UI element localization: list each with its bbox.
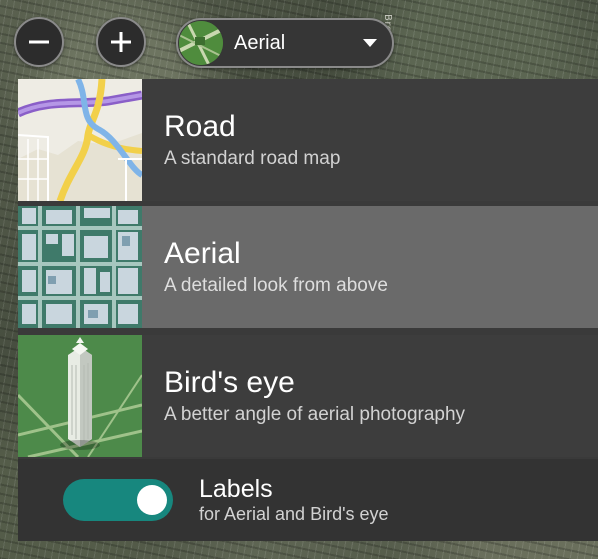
map-style-option-road[interactable]: Road A standard road map [18, 79, 598, 201]
option-title: Bird's eye [164, 366, 295, 399]
map-style-menu: Road A standard road map Aerial A detail… [18, 79, 598, 541]
aerial-thumbnail-icon [179, 21, 223, 65]
selected-style-label: Aerial [234, 31, 286, 54]
zoom-in-button[interactable] [96, 17, 146, 67]
map-style-option-aerial[interactable]: Aerial A detailed look from above [18, 206, 598, 328]
zoom-out-button[interactable] [14, 17, 64, 67]
toggle-knob [137, 485, 167, 515]
map-style-selector[interactable]: Aerial [176, 18, 394, 68]
birds-eye-thumbnail [18, 335, 142, 457]
labels-title: Labels [199, 475, 273, 503]
option-title: Aerial [164, 237, 241, 270]
option-description: A better angle of aerial photography [164, 404, 466, 425]
option-description: A standard road map [164, 148, 341, 169]
labels-toggle[interactable] [63, 479, 173, 521]
minus-icon [29, 40, 49, 44]
chevron-down-icon [363, 39, 377, 47]
road-map-thumbnail [18, 79, 142, 201]
option-title: Road [164, 110, 236, 143]
labels-setting-row: Labels for Aerial and Bird's eye [18, 459, 598, 541]
plus-icon [111, 32, 131, 52]
aerial-map-thumbnail [18, 206, 142, 328]
map-style-option-birds-eye[interactable]: Bird's eye A better angle of aerial phot… [18, 335, 598, 457]
labels-description: for Aerial and Bird's eye [199, 504, 389, 524]
option-description: A detailed look from above [164, 275, 388, 296]
